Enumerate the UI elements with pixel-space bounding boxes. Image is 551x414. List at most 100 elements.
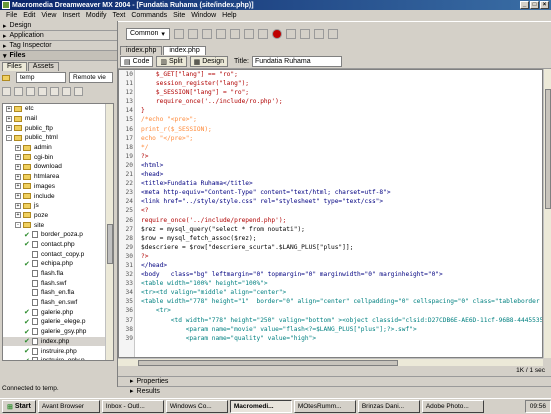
code-line[interactable]: 37 <td width="778" height="250" valign="… — [119, 316, 542, 325]
tree-folder[interactable]: + include — [3, 191, 113, 201]
taskbar-task[interactable]: Inbox - Outl... — [101, 400, 164, 413]
image-icon[interactable] — [244, 28, 254, 39]
tree-file[interactable]: contact_copy.p — [3, 249, 113, 259]
taskbar-task[interactable]: Adobe Photo... — [421, 400, 484, 413]
code-line[interactable]: 32 <body class="bg" leftmargin="0" topmar… — [119, 270, 542, 279]
code-line[interactable]: 12 $_SESSION["lang"] = "ro"; — [119, 88, 542, 97]
expand-site-icon[interactable] — [74, 86, 83, 96]
view-select[interactable]: Remote vie — [69, 72, 113, 83]
code-line[interactable]: 38 <param name="movie" value="flash<?=$L… — [119, 325, 542, 334]
refresh-icon[interactable] — [14, 86, 23, 96]
tree-folder[interactable]: + js — [3, 201, 113, 211]
panel-application-header[interactable]: ▸ Application — [0, 31, 117, 41]
tab-assets[interactable]: Assets — [27, 62, 59, 71]
properties-panel-header[interactable]: ▸ Properties — [118, 376, 551, 385]
tree-file[interactable]: ✔ index.php — [3, 336, 113, 347]
expand-icon[interactable]: + — [15, 193, 21, 200]
email-link-icon[interactable] — [188, 28, 198, 39]
maximize-button[interactable]: □ — [530, 1, 539, 9]
insert-category-select[interactable]: Common ▾ — [126, 27, 170, 40]
menu-edit[interactable]: Edit — [20, 12, 38, 19]
tree-folder[interactable]: + poze — [3, 211, 113, 221]
doc-tab-active[interactable]: index.php — [163, 46, 206, 55]
code-line[interactable]: 15 /*echo "<pre>"; — [119, 115, 542, 124]
expand-icon[interactable]: + — [15, 212, 21, 219]
tree-folder[interactable]: + etc — [3, 104, 113, 114]
taskbar-task[interactable]: MOtesRumm... — [293, 400, 356, 413]
menu-commands[interactable]: Commands — [128, 12, 170, 19]
code-line[interactable]: 17 echo "</pre>"; — [119, 134, 542, 143]
tree-folder[interactable]: + admin — [3, 143, 113, 153]
code-line[interactable]: 31 </head> — [119, 261, 542, 270]
tree-folder[interactable]: + images — [3, 182, 113, 192]
code-line[interactable]: 22 <title>Fundatia Ruhama</title> — [119, 179, 542, 188]
code-horizontal-scrollbar[interactable] — [118, 358, 543, 366]
code-line[interactable]: 19 ?> — [119, 152, 542, 161]
code-line[interactable]: 28 $row = mysql_fetch_assoc($rez); — [119, 234, 542, 243]
code-line[interactable]: 35 <table width="778" height="1" border="… — [119, 297, 542, 306]
media-icon[interactable] — [258, 28, 268, 39]
results-panel-header[interactable]: ▸ Results — [118, 386, 551, 395]
code-line[interactable]: 27 $rez = mysql_query("select * from nout… — [119, 225, 542, 234]
tab-files[interactable]: Files — [2, 62, 27, 71]
title-input[interactable]: Fundatia Ruhama — [251, 56, 342, 67]
code-line[interactable]: 18 */ — [119, 143, 542, 152]
tree-file[interactable]: ✔ galerie_gsy.php — [3, 327, 113, 337]
tree-file[interactable]: ✔ border_poza.p — [3, 230, 113, 240]
tree-file[interactable]: flash_en.fla — [3, 288, 113, 298]
code-line[interactable]: 36 <tr> — [119, 306, 542, 315]
menu-help[interactable]: Help — [219, 12, 239, 19]
tree-folder[interactable]: - public_html — [3, 133, 113, 143]
site-select[interactable]: temp — [16, 72, 66, 83]
menu-text[interactable]: Text — [110, 12, 129, 19]
doc-tab[interactable]: index.php — [120, 46, 163, 55]
menu-file[interactable]: File — [3, 12, 20, 19]
code-line[interactable]: 34 <tr><td valign="middle" align="center"… — [119, 288, 542, 297]
split-view-button[interactable]: ▥ Split — [156, 56, 187, 67]
code-line[interactable]: 24 <link href="../style/style.css" rel="s… — [119, 197, 542, 206]
comment-icon[interactable] — [300, 28, 310, 39]
expand-icon[interactable]: + — [15, 183, 21, 190]
layer-icon[interactable] — [230, 28, 240, 39]
expand-icon[interactable]: + — [15, 154, 21, 161]
menu-window[interactable]: Window — [188, 12, 219, 19]
tree-scroll-thumb[interactable] — [107, 224, 113, 264]
expand-icon[interactable]: + — [6, 105, 12, 112]
code-line[interactable]: 25 <? — [119, 206, 542, 215]
panel-design-header[interactable]: ▸ Design — [0, 21, 117, 31]
tree-file[interactable]: ✔ galerie_elege.p — [3, 317, 113, 327]
design-view-button[interactable]: ▦ Design — [189, 56, 229, 67]
tree-file[interactable]: ✔ echipa.php — [3, 259, 113, 269]
tree-file[interactable]: flash_en.swf — [3, 298, 113, 308]
minimize-button[interactable]: _ — [520, 1, 529, 9]
menu-site[interactable]: Site — [170, 12, 188, 19]
code-line[interactable]: 16 print_r($_SESSION); — [119, 125, 542, 134]
code-line[interactable]: 20 <html> — [119, 161, 542, 170]
tree-file[interactable]: flash.swf — [3, 278, 113, 288]
start-button[interactable]: ⊞ Start — [2, 400, 36, 413]
named-anchor-icon[interactable] — [202, 28, 212, 39]
expand-icon[interactable]: + — [15, 144, 21, 151]
tree-folder[interactable]: + mail — [3, 114, 113, 124]
tree-file[interactable]: ✔ contact.php — [3, 240, 113, 250]
table-icon[interactable] — [216, 28, 226, 39]
expand-icon[interactable]: + — [15, 163, 21, 170]
connect-icon[interactable] — [2, 86, 11, 96]
tree-file[interactable]: ✔ instruire_only.p — [3, 356, 113, 360]
tree-folder[interactable]: + download — [3, 162, 113, 172]
code-line[interactable]: 10 $_GET["lang"] == "ro"; — [119, 70, 542, 79]
tree-file[interactable]: ✔ instruire.php — [3, 346, 113, 356]
expand-icon[interactable]: + — [15, 202, 21, 209]
panel-tag-inspector-header[interactable]: ▸ Tag Inspector — [0, 41, 117, 51]
tree-folder[interactable]: + htmlarea — [3, 172, 113, 182]
expand-icon[interactable]: + — [6, 125, 12, 132]
menu-modify[interactable]: Modify — [83, 12, 110, 19]
code-line[interactable]: 21 <head> — [119, 170, 542, 179]
code-vscroll-thumb[interactable] — [545, 89, 551, 209]
code-line[interactable]: 11 session_register("lang"); — [119, 79, 542, 88]
tree-file[interactable]: ✔ galerie.php — [3, 307, 113, 317]
code-line[interactable]: 33 <table width="100%" height="100%"> — [119, 279, 542, 288]
tree-file[interactable]: flash.fla — [3, 269, 113, 279]
tag-chooser-icon[interactable] — [328, 28, 338, 39]
tree-folder[interactable]: + cgi-bin — [3, 152, 113, 162]
